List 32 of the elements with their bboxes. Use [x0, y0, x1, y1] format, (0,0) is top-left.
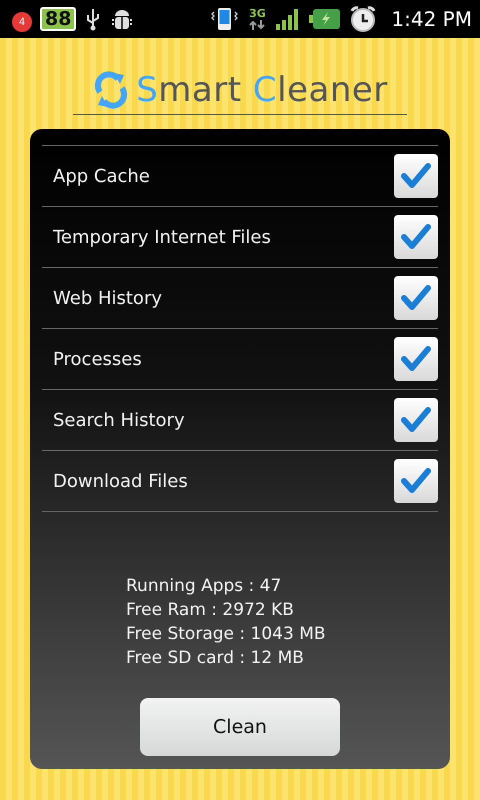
- data-arrows-icon: [247, 20, 268, 30]
- charging-battery-icon: [309, 7, 342, 31]
- checkmark-icon: [400, 162, 432, 190]
- battery-percent: 88: [40, 7, 76, 31]
- checkmark-icon: [400, 223, 432, 251]
- stat-line: Running Apps : 47: [126, 575, 282, 598]
- stat-line: Free SD card : 12 MB: [126, 647, 305, 670]
- checkmark-icon: [400, 284, 432, 312]
- checkmark-icon: [400, 467, 432, 495]
- app-title: Smart Cleaner: [136, 70, 388, 110]
- checkmark-icon: [400, 406, 432, 434]
- vibrate-phone-icon: [209, 6, 240, 32]
- option-label: Download Files: [53, 470, 188, 492]
- notification-badge: 4: [12, 12, 32, 32]
- checkmark-icon: [400, 345, 432, 373]
- option-label: Processes: [53, 348, 142, 370]
- checkbox[interactable]: [394, 398, 438, 442]
- checkbox[interactable]: [394, 154, 438, 198]
- checkbox[interactable]: [394, 215, 438, 259]
- checkbox[interactable]: [394, 276, 438, 320]
- checkbox[interactable]: [394, 337, 438, 381]
- stat-line: Free Storage : 1043 MB: [126, 623, 327, 646]
- option-label: Search History: [53, 410, 185, 430]
- alarm-clock-icon: [349, 5, 378, 33]
- stat-line: Free Ram : 2972 KB: [126, 599, 295, 622]
- option-label: Web History: [53, 288, 162, 308]
- clean-button[interactable]: Clean: [140, 698, 340, 756]
- clock-time: 1:42 PM: [391, 7, 472, 31]
- option-label: Temporary Internet Files: [53, 226, 271, 248]
- network-type: 3G: [249, 8, 266, 20]
- option-label: App Cache: [53, 166, 150, 186]
- checkbox[interactable]: [394, 459, 438, 503]
